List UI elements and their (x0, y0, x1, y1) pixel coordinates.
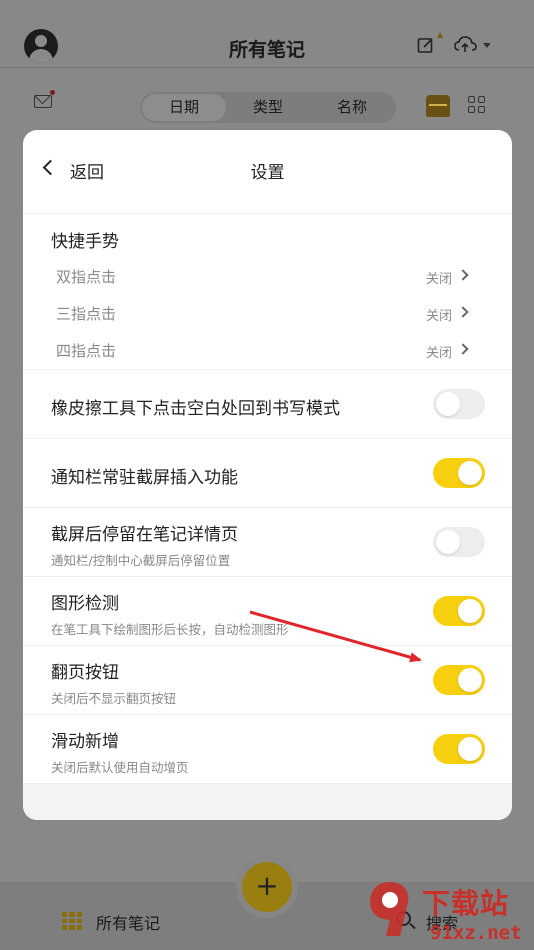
setting-title: 通知栏常驻截屏插入功能 (51, 468, 238, 488)
gesture-row-three-finger[interactable]: 三指点击 关闭 (23, 294, 512, 330)
setting-desc: 通知栏/控制中心截屏后停留位置 (51, 553, 231, 568)
setting-title: 图形检测 (51, 594, 119, 614)
watermark-url: 91xz.net (430, 922, 522, 944)
setting-row-shape-detect: 图形检测 在笔工具下绘制图形后长按，自动检测图形 (23, 577, 512, 646)
all-notes-label[interactable]: 所有笔记 (96, 910, 160, 934)
setting-row-page-button: 翻页按钮 关闭后不显示翻页按钮 (23, 646, 512, 715)
settings-footer (23, 784, 512, 820)
setting-desc: 在笔工具下绘制图形后长按，自动检测图形 (51, 622, 289, 637)
setting-row-screenshot-notification: 通知栏常驻截屏插入功能 (23, 439, 512, 508)
gesture-label: 三指点击 (56, 305, 117, 323)
setting-desc: 关闭后默认使用自动增页 (51, 760, 189, 775)
gesture-value: 关闭 (425, 272, 452, 287)
swipe-add-toggle[interactable] (433, 734, 485, 764)
gesture-title: 快捷手势 (51, 232, 119, 252)
tab-type[interactable]: 类型 (226, 94, 310, 121)
edit-icon[interactable] (417, 36, 435, 59)
settings-header: 返回 设置 (23, 130, 512, 214)
all-notes-icon[interactable] (62, 912, 82, 930)
gesture-section: 快捷手势 双指点击 关闭 三指点击 关闭 四指点击 关闭 (23, 214, 512, 370)
settings-title: 设置 (250, 163, 285, 183)
top-bar: 所有笔记 ▲ (0, 0, 534, 68)
gesture-label: 双指点击 (56, 268, 117, 286)
setting-title: 翻页按钮 (51, 663, 119, 683)
settings-dialog: 返回 设置 快捷手势 双指点击 关闭 三指点击 关闭 四指点击 关闭 橡皮擦工具… (23, 130, 512, 820)
setting-row-stay-detail: 截屏后停留在笔记详情页 通知栏/控制中心截屏后停留位置 (23, 508, 512, 577)
gesture-row-four-finger[interactable]: 四指点击 关闭 (23, 331, 512, 367)
mail-icon[interactable] (34, 95, 52, 108)
setting-title: 橡皮擦工具下点击空白处回到书写模式 (51, 399, 340, 419)
tab-date[interactable]: 日期 (142, 94, 226, 121)
notification-dot (50, 90, 55, 95)
gesture-value: 关闭 (425, 346, 452, 361)
chevron-right-icon (457, 269, 469, 281)
screenshot-notification-toggle[interactable] (433, 458, 485, 488)
setting-row-eraser: 橡皮擦工具下点击空白处回到书写模式 (23, 370, 512, 439)
watermark-logo (370, 882, 409, 936)
setting-row-swipe-add: 滑动新增 关闭后默认使用自动增页 (23, 715, 512, 784)
chevron-right-icon (457, 343, 469, 355)
crown-icon: ▲ (437, 30, 444, 39)
eraser-toggle[interactable] (433, 389, 485, 419)
gesture-label: 四指点击 (56, 342, 117, 360)
grid-view-icon[interactable] (468, 96, 485, 113)
gesture-row-two-finger[interactable]: 双指点击 关闭 (23, 257, 512, 293)
shape-detect-toggle[interactable] (433, 596, 485, 626)
treasure-chest-icon[interactable] (426, 95, 450, 117)
add-note-button[interactable]: + (242, 862, 292, 912)
setting-title: 截屏后停留在笔记详情页 (51, 525, 238, 545)
filter-bar: 日期 类型 名称 (0, 85, 534, 127)
sort-tabs: 日期 类型 名称 (140, 92, 396, 123)
watermark-text: 下载站 (422, 887, 510, 920)
tab-name[interactable]: 名称 (310, 94, 394, 121)
stay-detail-toggle[interactable] (433, 527, 485, 557)
setting-title: 滑动新增 (51, 732, 119, 752)
chevron-right-icon (457, 306, 469, 318)
gesture-value: 关闭 (425, 309, 452, 324)
setting-desc: 关闭后不显示翻页按钮 (51, 691, 177, 706)
page-button-toggle[interactable] (433, 665, 485, 695)
cloud-upload-icon[interactable] (454, 36, 491, 59)
